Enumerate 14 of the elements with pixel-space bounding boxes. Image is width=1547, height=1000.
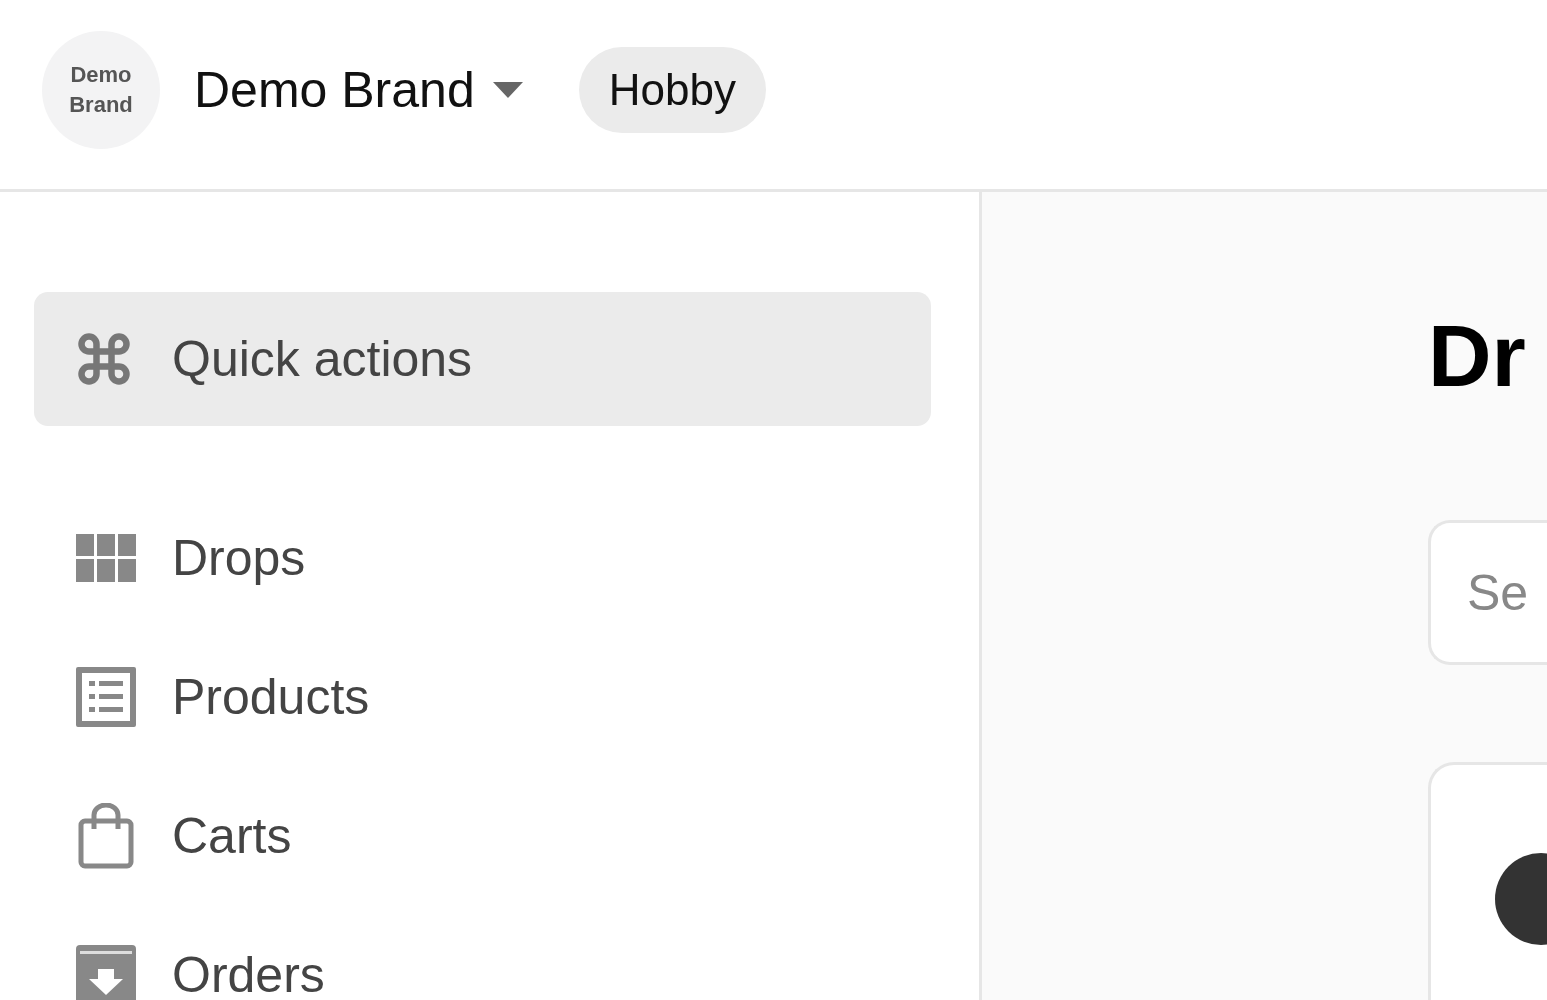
shopping-bag-icon — [76, 802, 136, 869]
brand-logo: Demo Brand — [42, 30, 160, 149]
list-icon — [76, 666, 136, 727]
sidebar-item[interactable]: Carts — [76, 794, 931, 877]
brand-dropdown[interactable]: Demo Brand — [194, 60, 523, 119]
plan-badge: Hobby — [578, 46, 766, 133]
sidebar-item[interactable]: Drops — [76, 516, 931, 599]
caret-icon — [492, 81, 523, 98]
search-field[interactable]: Se — [1428, 520, 1547, 665]
sidebar-item[interactable]: Products — [76, 655, 931, 738]
page-title: Dr — [1428, 312, 1527, 400]
sidebar-item[interactable]: Orders — [76, 933, 931, 1000]
quick-actions-button[interactable]: Quick actions — [34, 292, 931, 426]
grid-icon — [76, 533, 136, 582]
